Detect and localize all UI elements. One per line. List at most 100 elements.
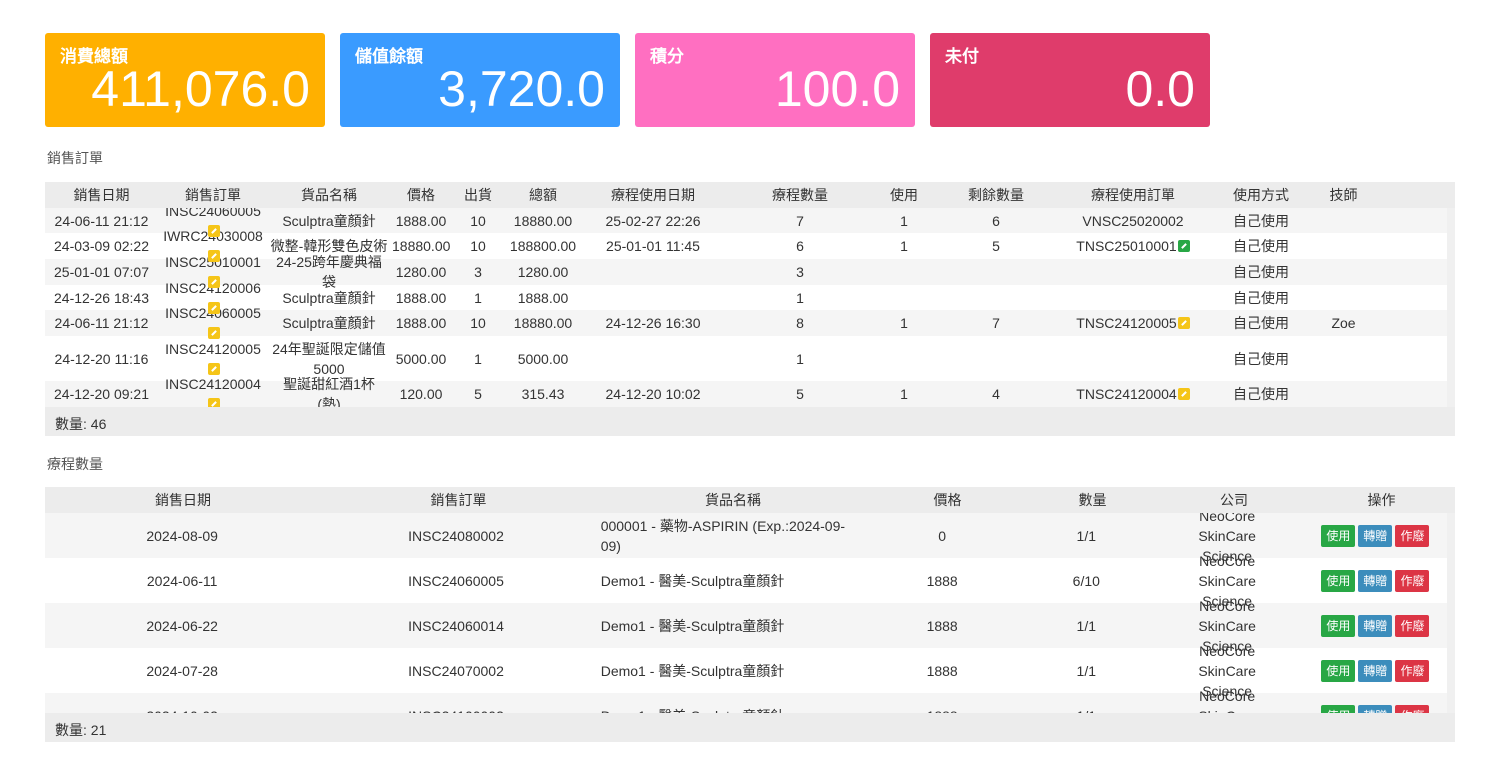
sales-cell-method: 自己使用 <box>1206 384 1316 404</box>
sales-cell-text: 1 <box>796 289 804 306</box>
edit-icon[interactable] <box>1177 240 1190 252</box>
sales-cell-text: 25-02-27 22:26 <box>605 212 701 229</box>
summary-card-title: 未付 <box>945 47 979 66</box>
void-button[interactable]: 作廢 <box>1395 704 1430 713</box>
sales-cell-text: 自己使用 <box>1233 315 1289 331</box>
sales-column-header[interactable]: 價格 <box>390 185 452 205</box>
edit-icon[interactable] <box>1177 317 1190 329</box>
use-button[interactable]: 使用 <box>1321 524 1356 547</box>
sales-cell-text: 1 <box>474 289 482 306</box>
sales-column-header[interactable]: 銷售訂單 <box>158 185 268 205</box>
sales-cell-used: 1 <box>876 384 932 404</box>
sales-column-header[interactable]: 銷售日期 <box>45 185 158 205</box>
use-button[interactable]: 使用 <box>1321 659 1356 682</box>
sales-cell-text: 自己使用 <box>1233 289 1289 306</box>
summary-card-value: 3,720.0 <box>438 61 605 117</box>
edit-icon[interactable] <box>207 276 220 288</box>
courses-table-body[interactable]: 2024-08-09 INSC24080002 000001 - 藥物-ASPIRI… <box>45 513 1447 713</box>
edit-icon[interactable] <box>207 327 220 339</box>
sales-cell-text: 1 <box>900 315 908 331</box>
courses-column-header[interactable]: 貨品名稱 <box>596 490 870 510</box>
sales-cell-name: 24-25跨年慶典福袋 <box>268 252 390 292</box>
edit-icon[interactable] <box>1177 388 1190 400</box>
courses-table: 銷售日期 銷售訂單 貨品名稱 價格 數量 公司 操作 2024-08-09 INSC24080… <box>45 487 1455 742</box>
courses-scrollbar[interactable] <box>1447 513 1455 713</box>
edit-icon[interactable] <box>207 250 220 262</box>
transfer-button[interactable]: 轉贈 <box>1358 569 1393 592</box>
summary-card: 未付 0.0 <box>930 33 1210 127</box>
use-button[interactable]: 使用 <box>1321 614 1356 637</box>
sales-scrollbar[interactable] <box>1447 208 1455 407</box>
sales-cell-text: 5 <box>474 386 482 402</box>
sales-cell-useOrder: TNSC25010001 <box>1060 236 1206 256</box>
void-button[interactable]: 作廢 <box>1395 524 1430 547</box>
sales-cell-useDate: 24-12-20 10:02 <box>582 384 724 404</box>
sales-cell-price: 5000.00 <box>390 349 452 369</box>
transfer-button[interactable]: 轉贈 <box>1358 524 1393 547</box>
courses-cell-price: 1888 <box>926 617 958 634</box>
void-button[interactable]: 作廢 <box>1395 569 1430 592</box>
edit-icon[interactable] <box>207 224 220 237</box>
courses-column-header[interactable]: 銷售日期 <box>45 490 321 510</box>
sales-column-header[interactable]: 療程數量 <box>724 185 876 205</box>
sales-cell-price: 1888.00 <box>390 211 452 231</box>
sales-cell-date: 24-03-09 02:22 <box>45 236 158 256</box>
sales-cell-remain: 7 <box>932 313 1060 333</box>
sales-cell-text: Zoe <box>1331 315 1356 331</box>
courses-cell-name: Demo1 - 醫美-Sculptra童顏針 <box>593 706 865 714</box>
sales-column-header[interactable]: 剩餘數量 <box>932 185 1060 205</box>
sales-cell-method: 自己使用 <box>1206 236 1316 256</box>
sales-cell-text: 1 <box>474 350 482 367</box>
courses-column-header[interactable]: 操作 <box>1308 490 1455 510</box>
sales-table-row[interactable]: 24-12-20 09:21 INSC24120004 聖誕甜紅酒1杯 (熱) 120… <box>45 376 1447 407</box>
courses-section-title: 療程數量 <box>47 456 103 472</box>
sales-cell-name: Sculptra童顏針 <box>268 288 390 308</box>
sales-column-header[interactable]: 總額 <box>504 185 582 205</box>
sales-cell-text: 120.00 <box>399 386 443 402</box>
transfer-button[interactable]: 轉贈 <box>1358 704 1393 713</box>
sales-cell-text: 7 <box>992 315 1000 331</box>
sales-table: 銷售日期 銷售訂單 貨品名稱 價格 出貨 總額 療程使用日期 療程數量 使用 剩餘數量 療程使用訂單… <box>45 182 1455 436</box>
sales-cell-useOrder: TNSC24120005 <box>1060 313 1206 333</box>
sales-cell-text: 7 <box>796 212 804 229</box>
sales-column-header[interactable]: 療程使用訂單 <box>1060 185 1206 205</box>
transfer-button[interactable]: 轉贈 <box>1358 659 1393 682</box>
sales-cell-text: 24-06-11 21:12 <box>54 212 149 229</box>
courses-table-row[interactable]: 2024-10-02INSC24100002Demo1 - 醫美-Sculptr… <box>45 688 1447 714</box>
sales-cell-used: 1 <box>876 211 932 231</box>
sales-cell-text: 1888.00 <box>517 289 569 306</box>
sales-cell-text: 1888.00 <box>395 212 447 229</box>
sales-cell-text: 5000.00 <box>517 350 569 367</box>
courses-column-header[interactable]: 價格 <box>870 490 1025 510</box>
courses-column-header[interactable]: 銷售訂單 <box>321 490 596 510</box>
use-button[interactable]: 使用 <box>1321 569 1356 592</box>
sales-column-header[interactable]: 貨品名稱 <box>268 185 390 205</box>
courses-column-header[interactable]: 數量 <box>1025 490 1160 510</box>
sales-cell-qty: 1 <box>452 288 504 308</box>
edit-icon[interactable] <box>207 301 220 314</box>
transfer-button[interactable]: 轉贈 <box>1358 614 1393 637</box>
sales-cell-text: 6 <box>796 238 804 254</box>
void-button[interactable]: 作廢 <box>1395 614 1430 637</box>
sales-table-row[interactable]: 24-06-11 21:12INSC24060005Sculptra童顏針188… <box>45 305 1447 339</box>
sales-column-header[interactable]: 出貨 <box>452 185 504 205</box>
sales-column-header[interactable]: 使用 <box>876 185 932 205</box>
sales-column-header[interactable]: 使用方式 <box>1206 185 1316 205</box>
courses-cell-name: Demo1 - 醫美-Sculptra童顏針 <box>600 617 785 634</box>
courses-cell-qty: 1/1 <box>1076 527 1097 544</box>
use-button[interactable]: 使用 <box>1321 704 1356 713</box>
courses-cell-price: 1888 <box>926 572 958 589</box>
sales-cell-useDate: 25-02-27 22:26 <box>582 211 724 231</box>
void-button[interactable]: 作廢 <box>1395 659 1430 682</box>
sales-cell-text: 1280.00 <box>517 264 569 280</box>
sales-cell-qty: 10 <box>452 313 504 333</box>
sales-cell-order: INSC24120004 <box>158 374 268 407</box>
sales-cell-text: 24-12-20 11:16 <box>54 350 149 367</box>
sales-column-header[interactable]: 療程使用日期 <box>582 185 724 205</box>
sales-column-header[interactable]: 技師 <box>1316 185 1371 205</box>
edit-icon[interactable] <box>207 398 220 407</box>
sales-cell-tech: Zoe <box>1316 313 1371 333</box>
edit-icon[interactable] <box>207 362 220 375</box>
courses-column-header[interactable]: 公司 <box>1160 490 1308 510</box>
sales-table-body[interactable]: 24-06-11 21:12 INSC24060005 Sculptra童顏針 188… <box>45 208 1447 407</box>
